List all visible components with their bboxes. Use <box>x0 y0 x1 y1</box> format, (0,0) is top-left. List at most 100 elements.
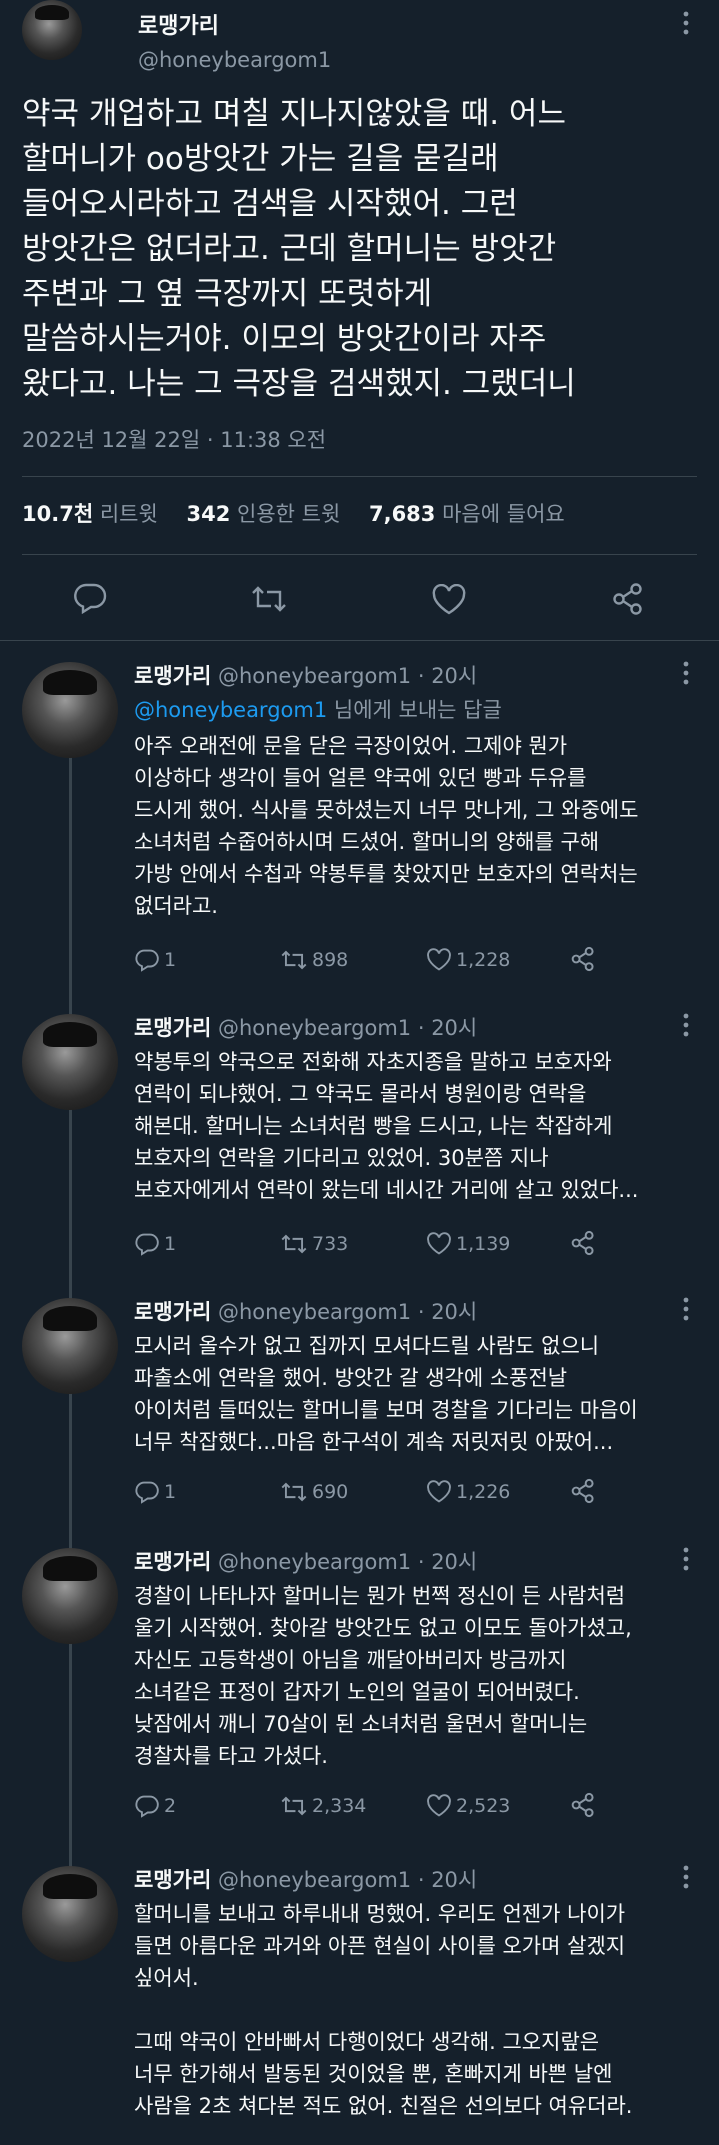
more-options-icon[interactable] <box>682 1546 690 1577</box>
reply-line: 그때 약국이 안바빠서 다행이었다 생각해. 그오지랖은 <box>134 2030 600 2054</box>
reply-count: 1 <box>164 949 177 971</box>
like-action[interactable]: 1,139 <box>426 1232 510 1256</box>
main-text-line: 들어오시라하고 검색을 시작했어. 그런 <box>22 186 518 222</box>
like-count: 1,226 <box>456 1481 511 1503</box>
retweet-count: 733 <box>312 1232 349 1255</box>
more-options-icon[interactable] <box>682 1296 690 1327</box>
share-icon <box>571 946 594 972</box>
share-action[interactable] <box>570 1478 596 1504</box>
main-handle[interactable]: @honeybeargom1 <box>138 48 331 72</box>
reply-line: 사람을 2초 쳐다본 적도 없어. 친절은 선의보다 여유더라. <box>134 2094 633 2118</box>
main-avatar[interactable] <box>22 0 82 60</box>
share-action[interactable] <box>570 1792 596 1818</box>
reply-handle-time[interactable]: @honeybeargom1 · 20시 <box>218 664 477 688</box>
reply-action[interactable]: 1 <box>134 1480 176 1504</box>
retweet-action[interactable]: 690 <box>280 1480 348 1503</box>
like-icon <box>427 1232 451 1255</box>
more-options-icon[interactable] <box>682 10 690 41</box>
main-tweet-text: 약국 개업하고 며칠 지나지않았을 때. 어느 할머니가 oo방앗간 가는 길을… <box>22 92 702 407</box>
reply-display-name[interactable]: 로맹가리 <box>134 1868 211 1892</box>
retweet-icon <box>281 1234 307 1253</box>
reply-header: 로맹가리 @honeybeargom1 · 20시 <box>134 1012 477 1042</box>
reply-line: 없더라고. <box>134 894 218 918</box>
retweet-count: 690 <box>312 1480 349 1503</box>
reply-icon[interactable] <box>72 582 108 618</box>
reply-action[interactable]: 1 <box>134 1232 176 1256</box>
reply-handle-time[interactable]: @honeybeargom1 · 20시 <box>218 1550 477 1574</box>
reply-text: 모시러 올수가 없고 집까지 모셔다드릴 사람도 없으니 파출소에 연락을 했어… <box>134 1330 709 1458</box>
reply-avatar[interactable] <box>22 1298 118 1394</box>
reply-handle-time[interactable]: @honeybeargom1 · 20시 <box>218 1300 477 1324</box>
retweet-action[interactable]: 898 <box>280 948 348 971</box>
reply-handle-time[interactable]: @honeybeargom1 · 20시 <box>218 1016 477 1040</box>
like-action[interactable]: 2,523 <box>426 1794 510 1818</box>
retweet-icon <box>281 950 307 969</box>
reply-avatar[interactable] <box>22 1014 118 1110</box>
share-action[interactable] <box>570 946 596 972</box>
reply-line: 연락이 되냐했어. 그 약국도 몰라서 병원이랑 연락을 <box>134 1082 587 1106</box>
reply-count: 1 <box>164 1233 177 1255</box>
retweet-count: 898 <box>312 948 349 971</box>
reply-avatar[interactable] <box>22 662 118 758</box>
like-icon <box>427 1794 451 1817</box>
reply-display-name[interactable]: 로맹가리 <box>134 1300 211 1324</box>
reply-display-name[interactable]: 로맹가리 <box>134 664 211 688</box>
reply-line: 소녀같은 표정이 갑자기 노인의 얼굴이 되어버렸다. <box>134 1680 580 1704</box>
reply-handle-time[interactable]: @honeybeargom1 · 20시 <box>218 1868 477 1892</box>
reply-line: 파출소에 연락을 했어. 방앗간 갈 생각에 소풍전날 <box>134 1366 568 1390</box>
reply-line: 모시러 올수가 없고 집까지 모셔다드릴 사람도 없으니 <box>134 1334 600 1358</box>
reply-line: 울기 시작했어. 찾아갈 방앗간도 없고 이모도 돌아가셨고, <box>134 1616 632 1640</box>
reply-line: 이상하다 생각이 들어 얼른 약국에 있던 빵과 두유를 <box>134 766 587 790</box>
reply-text: 할머니를 보내고 하루내내 멍했어. 우리도 언젠가 나이가 들면 아름다운 과… <box>134 1898 709 2122</box>
main-text-line: 말씀하시는거야. 이모의 방앗간이라 자주 <box>22 321 547 357</box>
reply-line: 아주 오래전에 문을 닫은 극장이었어. 그제야 뭔가 <box>134 734 568 758</box>
retweet-count[interactable]: 10.7천 <box>22 502 93 526</box>
quote-count[interactable]: 342 <box>186 502 230 526</box>
like-action[interactable]: 1,228 <box>426 948 510 972</box>
main-text-line: 주변과 그 옆 극장까지 또렷하게 <box>22 276 433 312</box>
like-icon[interactable] <box>431 583 467 620</box>
reply-header: 로맹가리 @honeybeargom1 · 20시 <box>134 1546 477 1576</box>
more-options-icon[interactable] <box>682 1012 690 1043</box>
reply-text: 아주 오래전에 문을 닫은 극장이었어. 그제야 뭔가 이상하다 생각이 들어 … <box>134 730 709 922</box>
reply-text: 약봉투의 약국으로 전화해 자초지종을 말하고 보호자와 연락이 되냐했어. 그… <box>134 1046 709 1206</box>
reply-line: 경찰이 나타나자 할머니는 뭔가 번쩍 정신이 든 사람처럼 <box>134 1584 626 1608</box>
reply-icon <box>135 949 159 972</box>
share-icon <box>571 1230 594 1256</box>
reply-action[interactable]: 1 <box>134 948 176 972</box>
reply-line: 자신도 고등학생이 아님을 깨달아버리자 방금까지 <box>134 1648 567 1672</box>
retweet-icon <box>281 1796 307 1815</box>
divider <box>22 554 697 555</box>
reply-icon <box>135 1481 159 1504</box>
more-options-icon[interactable] <box>682 1864 690 1895</box>
reply-to-link[interactable]: @honeybeargom1 <box>134 698 327 722</box>
share-icon[interactable] <box>611 582 645 620</box>
like-count[interactable]: 7,683 <box>369 502 435 526</box>
tweet-timestamp[interactable]: 2022년 12월 22일 · 11:38 오전 <box>22 424 326 454</box>
share-action[interactable] <box>570 1230 596 1256</box>
reply-icon <box>135 1795 159 1818</box>
like-action[interactable]: 1,226 <box>426 1480 510 1504</box>
reply-header: 로맹가리 @honeybeargom1 · 20시 <box>134 1864 477 1894</box>
reply-display-name[interactable]: 로맹가리 <box>134 1550 211 1574</box>
reply-action[interactable]: 2 <box>134 1794 176 1818</box>
more-options-icon[interactable] <box>682 660 690 691</box>
quote-label[interactable]: 인용한 트윗 <box>237 502 340 526</box>
reply-avatar[interactable] <box>22 1866 118 1962</box>
divider <box>22 476 697 477</box>
like-label[interactable]: 마음에 들어요 <box>442 502 565 526</box>
retweet-action[interactable]: 733 <box>280 1232 348 1255</box>
main-display-name[interactable]: 로맹가리 <box>138 8 219 40</box>
reply-header: 로맹가리 @honeybeargom1 · 20시 <box>134 1296 477 1326</box>
main-text-line: 왔다고. 나는 그 극장을 검색했지. 그랬더니 <box>22 366 576 402</box>
reply-line: 낮잠에서 깨니 70살이 된 소녀처럼 울면서 할머니는 <box>134 1712 588 1736</box>
retweet-label[interactable]: 리트윗 <box>100 502 158 526</box>
retweet-action[interactable]: 2,334 <box>280 1794 366 1817</box>
reply-display-name[interactable]: 로맹가리 <box>134 1016 211 1040</box>
main-text-line: 할머니가 oo방앗간 가는 길을 묻길래 <box>22 141 499 177</box>
retweet-icon[interactable] <box>250 584 288 618</box>
reply-avatar[interactable] <box>22 1548 118 1644</box>
reply-line: 약봉투의 약국으로 전화해 자초지종을 말하고 보호자와 <box>134 1050 612 1074</box>
like-count: 1,228 <box>456 949 511 971</box>
reply-to-suffix: 님에게 보내는 답글 <box>327 698 502 722</box>
